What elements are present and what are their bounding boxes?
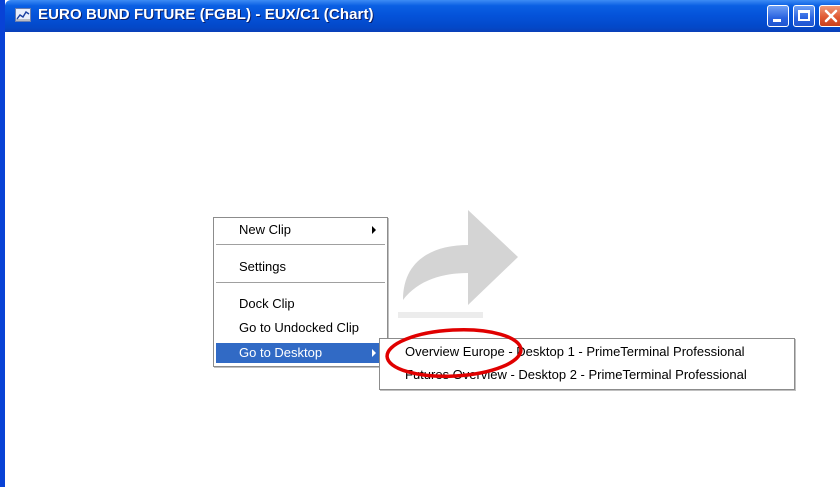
window-title: EURO BUND FUTURE (FGBL) - EUX/C1 (Chart)	[38, 6, 374, 23]
submenu-item-label: Futures Overview - Desktop 2 - PrimeTerm…	[405, 367, 747, 382]
chart-window: EURO BUND FUTURE (FGBL) - EUX/C1 (Chart)…	[0, 0, 840, 487]
submenu-item-futures-overview[interactable]: Futures Overview - Desktop 2 - PrimeTerm…	[382, 365, 792, 385]
menu-item-new-clip[interactable]: New Clip	[216, 220, 385, 240]
submenu-item-overview-europe[interactable]: Overview Europe - Desktop 1 - PrimeTermi…	[382, 342, 792, 362]
submenu-arrow-icon	[372, 226, 376, 234]
title-bar[interactable]: EURO BUND FUTURE (FGBL) - EUX/C1 (Chart)	[5, 0, 840, 32]
maximize-button[interactable]	[793, 5, 815, 27]
submenu-item-label: Overview Europe - Desktop 1 - PrimeTermi…	[405, 344, 745, 359]
watermark-arrow-icon	[398, 210, 518, 318]
menu-item-label: Dock Clip	[239, 296, 295, 311]
close-icon	[824, 9, 838, 23]
menu-separator	[216, 282, 385, 283]
maximize-icon	[798, 10, 810, 21]
desktop-submenu: Overview Europe - Desktop 1 - PrimeTermi…	[379, 338, 795, 390]
menu-item-label: Go to Undocked Clip	[239, 320, 359, 335]
menu-item-dock-clip[interactable]: Dock Clip	[216, 294, 385, 314]
menu-item-label: New Clip	[239, 222, 292, 237]
menu-item-go-to-undocked-clip[interactable]: Go to Undocked Clip	[216, 318, 385, 338]
minimize-button[interactable]	[767, 5, 789, 27]
submenu-arrow-icon	[372, 349, 376, 357]
menu-item-go-to-desktop[interactable]: Go to Desktop	[216, 343, 385, 363]
close-button[interactable]	[819, 5, 840, 27]
context-menu: New Clip Settings Dock Clip Go to Undock…	[213, 217, 388, 367]
menu-item-label: Go to Desktop	[239, 345, 323, 360]
menu-item-label: Settings	[239, 259, 286, 274]
menu-separator	[216, 244, 385, 245]
chart-icon	[15, 8, 31, 22]
menu-item-settings[interactable]: Settings	[216, 257, 385, 277]
minimize-icon	[773, 19, 781, 22]
